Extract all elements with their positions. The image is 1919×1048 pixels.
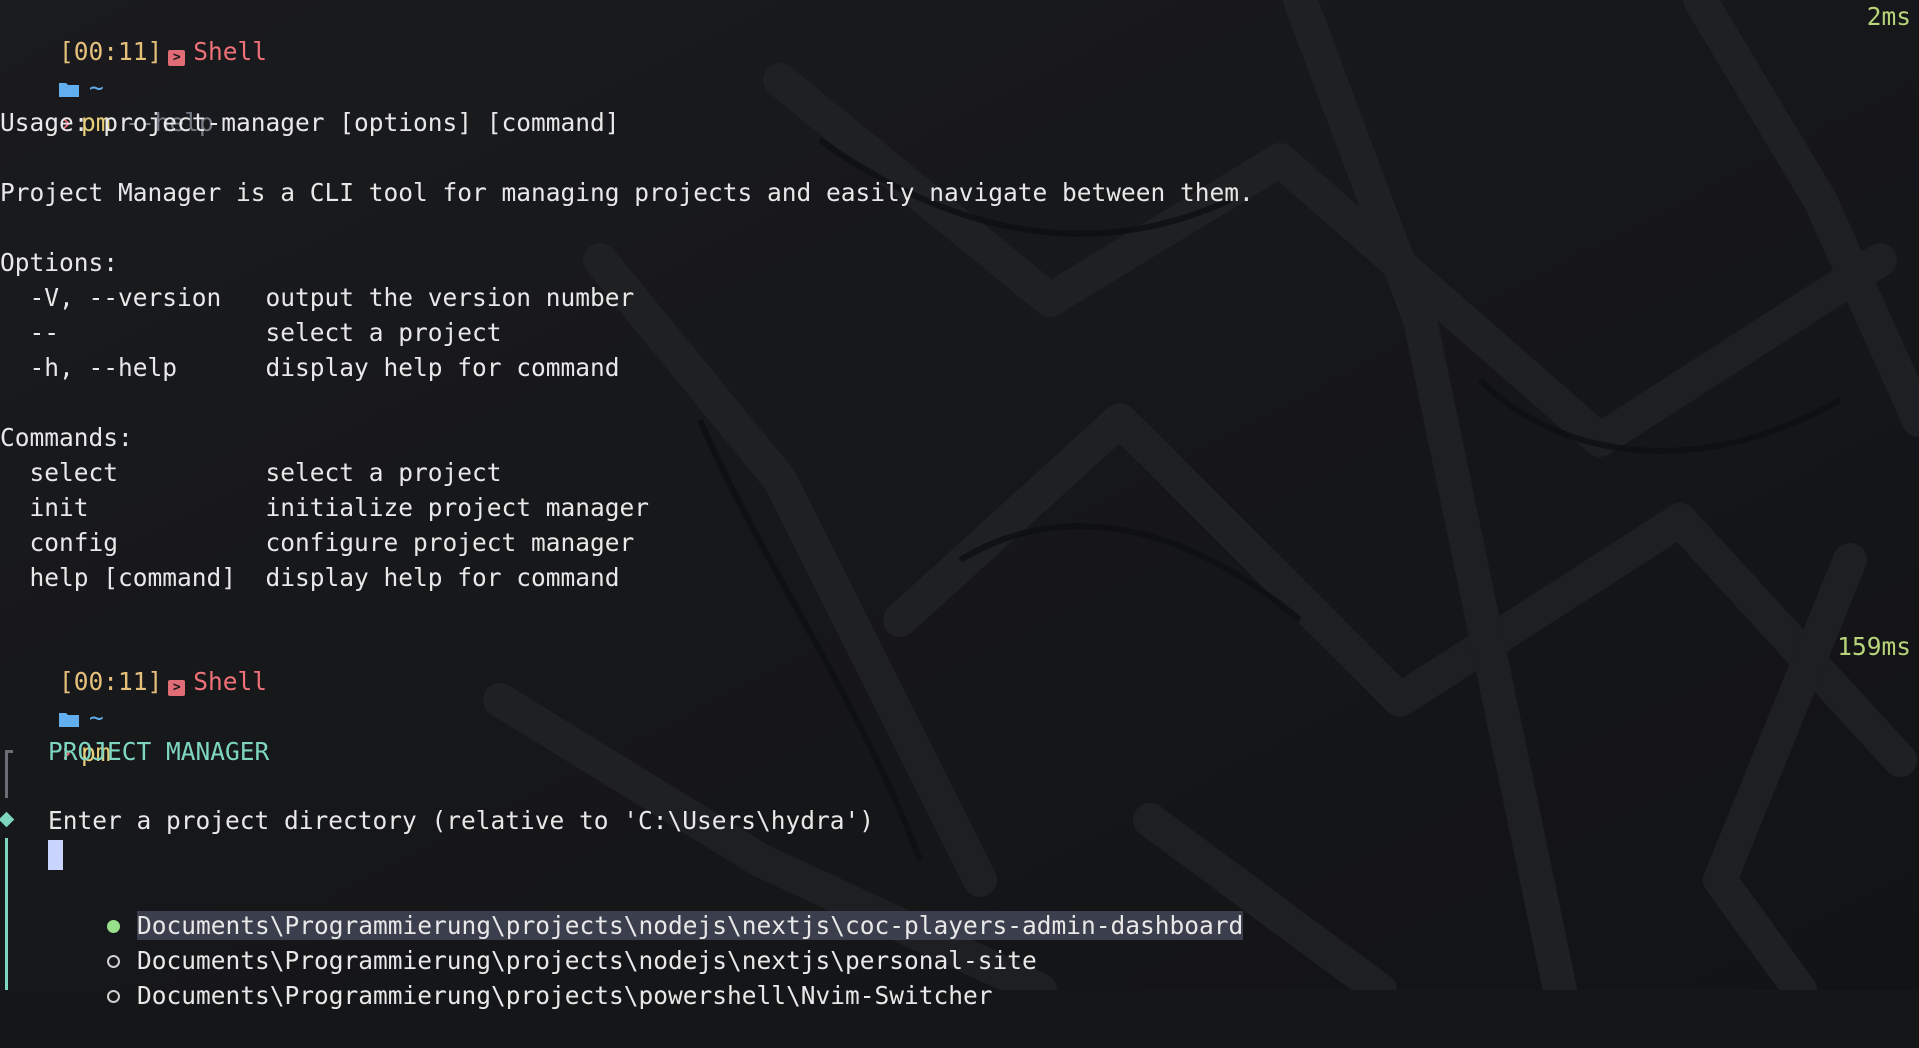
option-label: Documents\Programmierung\projects\powers…: [137, 981, 993, 1010]
option-desc: select a project: [265, 318, 502, 347]
option-row: -- select a project: [0, 315, 502, 350]
option-desc: output the version number: [265, 283, 635, 312]
option-row: -V, --version output the version number: [0, 280, 635, 315]
command-row-desc: display help for command: [265, 563, 620, 592]
command-row: init initialize project manager: [0, 490, 650, 525]
command-line-1: › pm --help: [0, 70, 214, 137]
shell-name: Shell: [193, 667, 268, 696]
prompt-header-2: [00:11] > Shell: [0, 629, 267, 696]
command-row-name: help [command]: [0, 563, 266, 592]
diamond-icon: [0, 811, 15, 828]
command-row: help [command] display help for command: [0, 560, 620, 595]
command-row-name: init: [0, 493, 266, 522]
command-row-name: config: [0, 528, 266, 557]
command-duration-1: 2ms: [1866, 2, 1911, 31]
terminal-box-icon: >: [168, 50, 186, 66]
option-flag: --: [0, 318, 266, 347]
project-directory-input[interactable]: [48, 840, 63, 870]
usage-line: Usage: project-manager [options] [comman…: [0, 108, 620, 137]
tui-title: PROJECT MANAGER: [48, 737, 270, 766]
option-flag: -V, --version: [0, 283, 266, 312]
prompt-header-1: [00:11] > Shell: [0, 0, 267, 66]
commands-header: Commands:: [0, 423, 133, 452]
tui-question: Enter a project directory (relative to '…: [48, 806, 875, 835]
cwd-line-1: ~: [0, 35, 104, 102]
tui-option[interactable]: Documents\Programmierung\projects\powers…: [48, 943, 993, 1010]
terminal-output: [00:11] > Shell 2ms ~ › pm --help Usage: pr…: [0, 0, 1919, 1010]
cwd-line-2: ~: [0, 665, 104, 732]
description-line: Project Manager is a CLI tool for managi…: [0, 178, 1254, 207]
tui-bracket: [5, 750, 13, 798]
command-duration-2: 159ms: [1837, 632, 1911, 661]
radio-empty-icon: [107, 990, 121, 1003]
command-row-desc: configure project manager: [265, 528, 635, 557]
tui-option[interactable]: Documents\Programmierung\projects\nodejs…: [48, 908, 1037, 975]
command-row: select select a project: [0, 455, 502, 490]
command-row: config configure project manager: [0, 525, 635, 560]
command-row-desc: initialize project manager: [265, 493, 650, 522]
option-row: -h, --help display help for command: [0, 350, 620, 385]
shell-name: Shell: [193, 37, 268, 66]
options-header: Options:: [0, 248, 119, 277]
option-flag: -h, --help: [0, 353, 266, 382]
command-row-desc: select a project: [265, 458, 502, 487]
command-line-2: › pm: [0, 700, 111, 767]
option-desc: display help for command: [265, 353, 620, 382]
tui-active-bar: [5, 838, 8, 990]
terminal-box-icon: >: [168, 680, 186, 696]
command-row-name: select: [0, 458, 266, 487]
tui-option-selected[interactable]: Documents\Programmierung\projects\nodejs…: [48, 873, 1244, 940]
